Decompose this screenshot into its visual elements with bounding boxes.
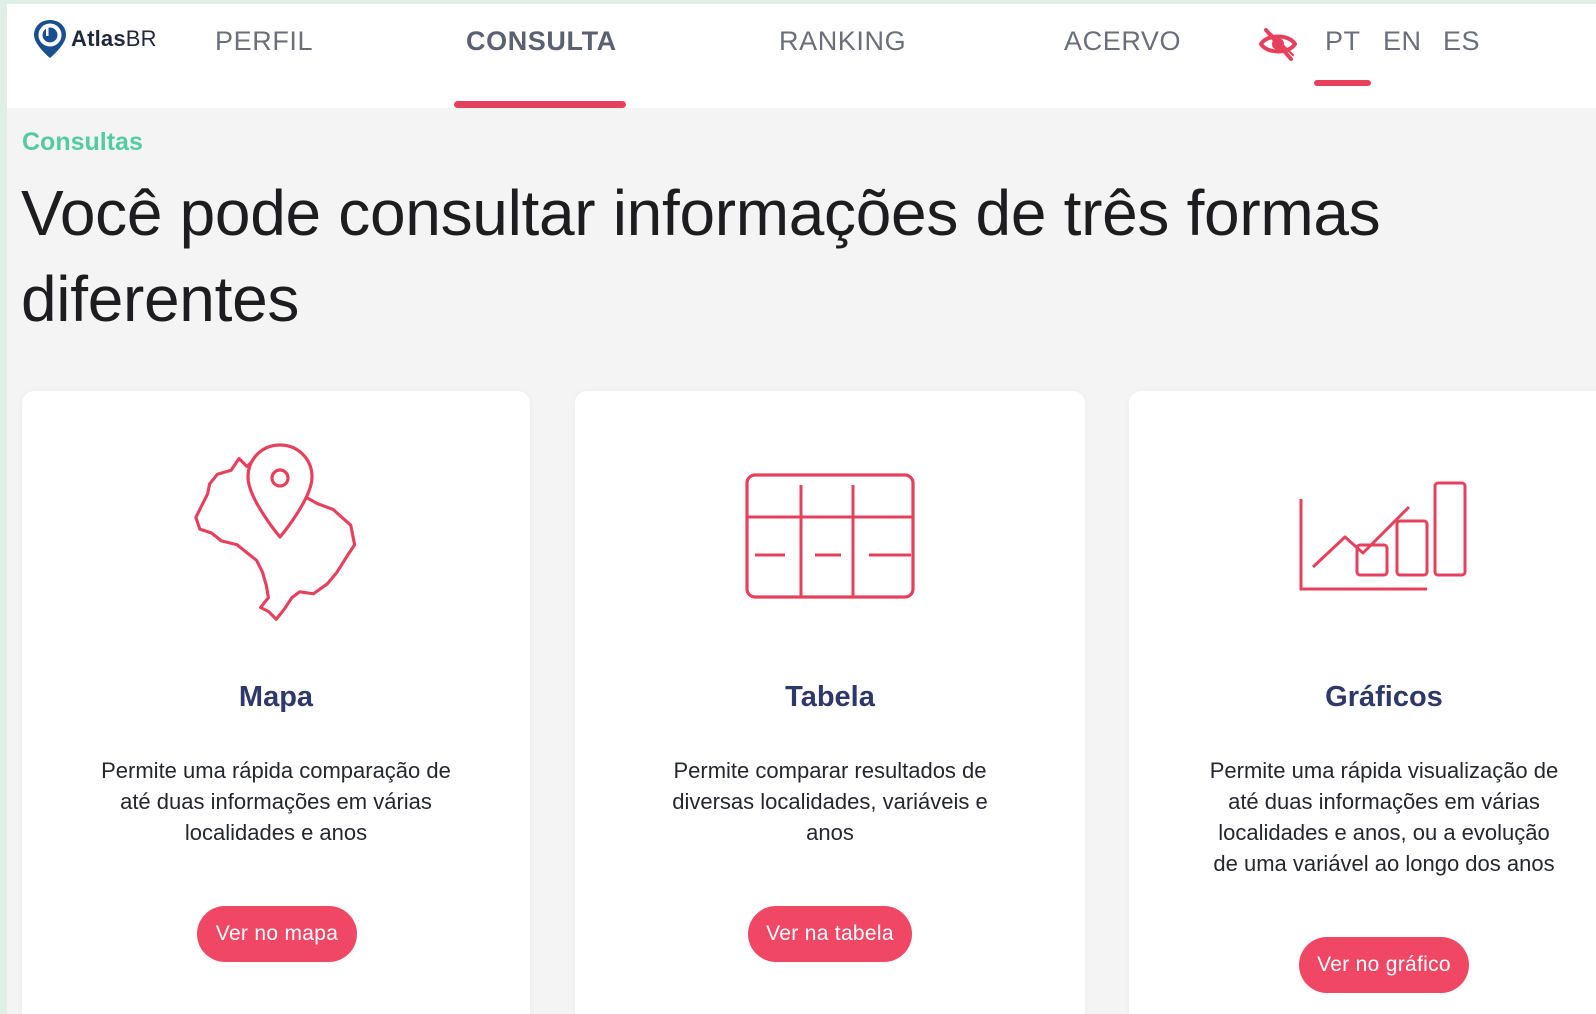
active-language-indicator	[1314, 80, 1371, 86]
brazil-map-pin-icon	[194, 443, 357, 621]
nav-acervo[interactable]: ACERVO	[1064, 26, 1181, 57]
card-desc-line: de uma variável ao longo dos anos	[1213, 851, 1555, 876]
ver-na-tabela-button[interactable]: Ver na tabela	[748, 906, 912, 962]
card-desc-line: anos	[806, 820, 854, 845]
table-icon	[745, 473, 915, 599]
card-desc-line: Permite uma rápida comparação de	[101, 758, 451, 783]
location-pin-icon	[34, 20, 66, 58]
ver-no-grafico-button[interactable]: Ver no gráfico	[1299, 937, 1469, 993]
card-tabela: Tabela Permite comparar resultados de di…	[575, 391, 1085, 1014]
nav-ranking[interactable]: RANKING	[779, 26, 906, 57]
card-description: Permite comparar resultados de diversas …	[575, 755, 1085, 848]
page-frame: AtlasBR PERFIL CONSULTA RANKING ACERVO P…	[7, 4, 1596, 1014]
card-title: Gráficos	[1325, 681, 1443, 713]
card-desc-line: diversas localidades, variáveis e	[672, 789, 988, 814]
brand-name: AtlasBR	[71, 26, 157, 51]
card-mapa: Mapa Permite uma rápida comparação de at…	[22, 391, 530, 1014]
lang-pt[interactable]: PT	[1325, 26, 1361, 57]
page-headline: Você pode consultar informações de três …	[21, 177, 1381, 335]
card-desc-line: Permite uma rápida visualização de	[1209, 758, 1559, 783]
card-desc-line: até duas informações em várias	[120, 789, 432, 814]
bar-line-chart-icon	[1299, 481, 1467, 591]
eye-off-icon[interactable]	[1258, 26, 1298, 62]
card-desc-line: localidades e anos, ou a evolução	[1218, 820, 1550, 845]
card-desc-line: até duas informações em várias	[1228, 789, 1540, 814]
card-desc-line: localidades e anos	[184, 820, 368, 845]
active-nav-indicator	[454, 101, 626, 108]
top-navbar: AtlasBR PERFIL CONSULTA RANKING ACERVO P…	[7, 4, 1596, 108]
card-description: Permite uma rápida comparação de até dua…	[22, 755, 530, 848]
nav-perfil[interactable]: PERFIL	[215, 26, 313, 57]
nav-consulta[interactable]: CONSULTA	[466, 26, 617, 57]
atlasbr-logo-link[interactable]: AtlasBR	[31, 18, 157, 60]
lang-es[interactable]: ES	[1443, 26, 1480, 57]
lang-en[interactable]: EN	[1383, 26, 1422, 57]
section-eyebrow: Consultas	[22, 128, 143, 156]
card-title: Mapa	[238, 681, 314, 713]
card-title: Tabela	[785, 681, 875, 713]
card-desc-line: Permite comparar resultados de	[673, 758, 987, 783]
ver-no-mapa-button[interactable]: Ver no mapa	[197, 906, 357, 962]
card-description: Permite uma rápida visualização de até d…	[1129, 755, 1596, 879]
card-graficos: Gráficos Permite uma rápida visualização…	[1129, 391, 1596, 1014]
